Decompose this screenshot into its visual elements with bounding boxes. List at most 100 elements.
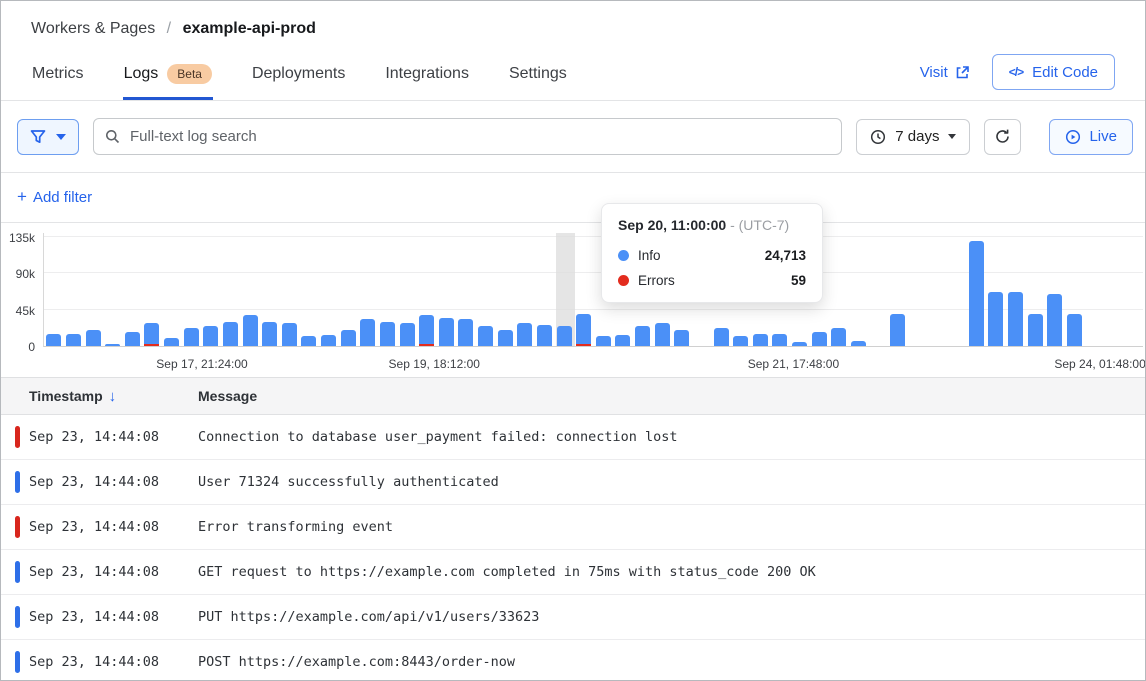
chart-bar-slot[interactable] [1123,233,1143,346]
info-bar[interactable] [557,326,572,346]
info-bar[interactable] [655,323,670,346]
chart-bar-slot[interactable] [535,233,555,346]
chart-bar-slot[interactable] [378,233,398,346]
info-bar[interactable] [243,315,258,346]
info-bar[interactable] [203,326,218,346]
info-bar[interactable] [341,330,356,346]
chart-bar-slot[interactable] [123,233,143,346]
chart-bar-slot[interactable] [849,233,869,346]
visit-link[interactable]: Visit [920,64,970,81]
info-bar[interactable] [969,241,984,346]
chart-bar-slot[interactable] [338,233,358,346]
chart-bar-slot[interactable] [280,233,300,346]
info-bar[interactable] [674,330,689,346]
chart-bar-slot[interactable] [966,233,986,346]
chart-bar-slot[interactable] [495,233,515,346]
time-range-dropdown[interactable]: 7 days [856,119,970,155]
info-bar[interactable] [1028,314,1043,346]
chart-bar-slot[interactable] [319,233,339,346]
log-row[interactable]: Sep 23, 14:44:08PUT https://example.com/… [1,595,1145,640]
chart-bar-slot[interactable] [44,233,64,346]
chart-bar-slot[interactable] [1006,233,1026,346]
refresh-button[interactable] [984,119,1021,155]
info-bar[interactable] [105,344,120,346]
timestamp-header[interactable]: Timestamp ↓ [1,388,198,405]
sort-desc-icon[interactable]: ↓ [109,388,117,405]
tab-logs[interactable]: Logs Beta [123,58,213,100]
info-bar[interactable] [419,315,434,346]
chart-bar-slot[interactable] [1084,233,1104,346]
chart-bar-slot[interactable] [456,233,476,346]
info-bar[interactable] [517,323,532,346]
chart-bar-slot[interactable] [240,233,260,346]
info-bar[interactable] [458,319,473,346]
info-bar[interactable] [596,336,611,346]
chart-bar-slot[interactable] [829,233,849,346]
chart-bar-slot[interactable] [437,233,457,346]
info-bar[interactable] [772,334,787,346]
info-bar[interactable] [753,334,768,346]
info-bar[interactable] [321,335,336,346]
info-bar[interactable] [125,332,140,346]
chart-bar-slot[interactable] [260,233,280,346]
tab-settings[interactable]: Settings [508,58,568,100]
chart-bar-slot[interactable] [142,233,162,346]
info-bar[interactable] [46,334,61,346]
chart-bar-slot[interactable] [83,233,103,346]
tab-metrics[interactable]: Metrics [31,58,85,100]
info-bar[interactable] [439,318,454,346]
info-bar[interactable] [380,322,395,346]
chart-bar-slot[interactable] [868,233,888,346]
filter-menu-button[interactable] [17,119,79,155]
chart-bar-slot[interactable] [888,233,908,346]
info-bar[interactable] [1008,292,1023,346]
chart-bar-slot[interactable] [201,233,221,346]
chart-bar-slot[interactable] [103,233,123,346]
chart-bar-slot[interactable] [554,233,574,346]
chart-bar-slot[interactable] [515,233,535,346]
log-row[interactable]: Sep 23, 14:44:08Error transforming event [1,505,1145,550]
info-bar[interactable] [478,326,493,346]
info-bar[interactable] [890,314,905,346]
chart-bar-slot[interactable] [221,233,241,346]
info-bar[interactable] [498,330,513,346]
chart-bar-slot[interactable] [927,233,947,346]
info-bar[interactable] [733,336,748,346]
info-bar[interactable] [262,322,277,346]
chart-bar-slot[interactable] [947,233,967,346]
info-bar[interactable] [164,338,179,346]
chart-bar-slot[interactable] [1065,233,1085,346]
info-bar[interactable] [635,326,650,346]
log-row[interactable]: Sep 23, 14:44:08Connection to database u… [1,415,1145,460]
chart-bar-slot[interactable] [476,233,496,346]
chart-plot-area[interactable] [43,233,1143,347]
info-bar[interactable] [144,323,159,346]
info-bar[interactable] [66,334,81,346]
chart-bar-slot[interactable] [986,233,1006,346]
chart-bar-slot[interactable] [417,233,437,346]
edit-code-button[interactable]: </> Edit Code [992,54,1115,90]
info-bar[interactable] [1047,294,1062,346]
info-bar[interactable] [792,342,807,346]
tab-integrations[interactable]: Integrations [384,58,470,100]
chart-bar-slot[interactable] [1045,233,1065,346]
chart-bar-slot[interactable] [358,233,378,346]
breadcrumb-parent[interactable]: Workers & Pages [31,20,155,37]
chart-bar-slot[interactable] [908,233,928,346]
info-bar[interactable] [831,328,846,346]
chart-bar-slot[interactable] [64,233,84,346]
search-input[interactable] [93,118,842,155]
info-bar[interactable] [400,323,415,346]
info-bar[interactable] [812,332,827,346]
log-row[interactable]: Sep 23, 14:44:08GET request to https://e… [1,550,1145,595]
info-bar[interactable] [282,323,297,346]
log-row[interactable]: Sep 23, 14:44:08POST https://example.com… [1,640,1145,681]
info-bar[interactable] [615,335,630,346]
tab-deployments[interactable]: Deployments [251,58,346,100]
chart-bar-slot[interactable] [1025,233,1045,346]
chart-bar-slot[interactable] [397,233,417,346]
info-bar[interactable] [184,328,199,346]
info-bar[interactable] [851,341,866,346]
info-bar[interactable] [86,330,101,346]
info-bar[interactable] [1067,314,1082,346]
